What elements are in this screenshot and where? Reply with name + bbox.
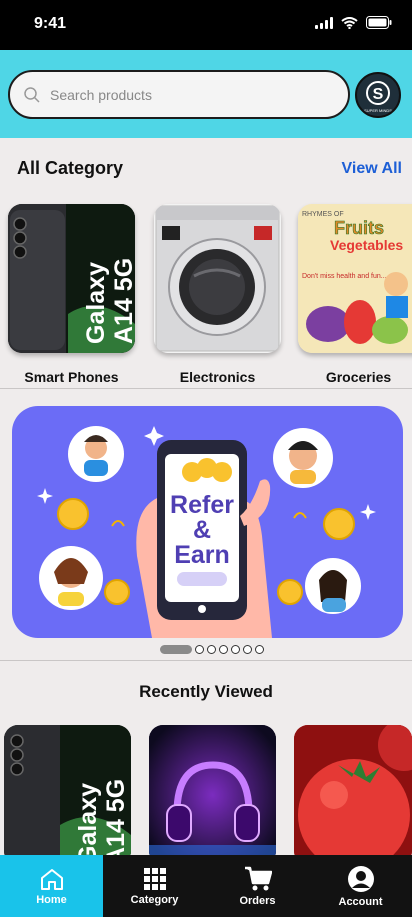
svg-text:S: S xyxy=(373,86,384,103)
phone-image: Galaxy A14 5G xyxy=(4,725,131,865)
svg-text:RHYMES OF: RHYMES OF xyxy=(302,211,344,218)
phone-image: Galaxy A14 5G xyxy=(8,204,135,353)
recent-item-phone[interactable]: Galaxy A14 5G xyxy=(4,725,131,865)
tomatoes-image xyxy=(294,725,412,865)
status-time: 9:41 xyxy=(34,15,67,32)
nav-home[interactable]: Home xyxy=(0,855,103,917)
recent-item-headphones[interactable] xyxy=(149,725,276,865)
carousel-dot[interactable] xyxy=(255,645,264,654)
divider xyxy=(0,388,412,389)
nav-home-label: Home xyxy=(36,893,67,906)
brand-logo: S SUPER MINDS xyxy=(364,81,392,113)
nav-account[interactable]: Account xyxy=(309,855,412,917)
carousel-dot[interactable] xyxy=(160,645,192,654)
account-icon xyxy=(347,865,374,892)
washing-machine-image xyxy=(154,204,281,353)
wifi-icon xyxy=(341,16,358,29)
svg-text:Vegetables: Vegetables xyxy=(330,237,403,253)
category-section-title: All Category xyxy=(17,158,124,178)
headphones-image xyxy=(149,725,276,865)
category-card-smart-phones[interactable]: Galaxy A14 5G xyxy=(8,204,135,353)
svg-text:A14 5G: A14 5G xyxy=(102,779,130,865)
category-card-electronics[interactable] xyxy=(154,204,281,353)
svg-text:Galaxy: Galaxy xyxy=(74,783,102,865)
bottom-navigation: Home Category Orders Account xyxy=(0,855,412,917)
svg-text:Refer: Refer xyxy=(170,491,234,519)
nav-orders-label: Orders xyxy=(239,894,276,907)
svg-text:&: & xyxy=(193,516,211,544)
avatar[interactable]: S SUPER MINDS xyxy=(355,72,401,118)
nav-category-label: Category xyxy=(130,893,179,906)
groceries-book-image: RHYMES OF Fruits Vegetables Don't miss h… xyxy=(298,204,412,353)
category-label-groceries: Groceries xyxy=(325,369,392,385)
carousel-indicator[interactable] xyxy=(160,645,264,654)
search-icon xyxy=(24,87,40,103)
divider xyxy=(0,660,412,661)
search-input[interactable]: Search products xyxy=(8,70,350,119)
carousel-dot[interactable] xyxy=(243,645,252,654)
nav-orders[interactable]: Orders xyxy=(206,855,309,917)
carousel-dot[interactable] xyxy=(207,645,216,654)
category-card-groceries[interactable]: RHYMES OF Fruits Vegetables Don't miss h… xyxy=(298,204,412,353)
carousel-dot[interactable] xyxy=(219,645,228,654)
grid-icon xyxy=(143,867,166,890)
header: Search products S SUPER MINDS xyxy=(0,50,412,138)
refer-earn-illustration: Refer & Earn xyxy=(37,426,376,638)
svg-text:Earn: Earn xyxy=(174,541,230,569)
svg-text:SUPER MINDS: SUPER MINDS xyxy=(364,108,392,113)
nav-category[interactable]: Category xyxy=(103,855,206,917)
svg-text:Galaxy: Galaxy xyxy=(82,262,110,344)
recently-viewed-title: Recently Viewed xyxy=(139,682,273,701)
home-icon xyxy=(40,868,63,890)
category-label-smart-phones: Smart Phones xyxy=(24,369,119,385)
svg-text:Fruits: Fruits xyxy=(334,218,384,238)
cart-icon xyxy=(244,866,272,890)
category-label-electronics: Electronics xyxy=(179,369,256,385)
status-icons xyxy=(315,16,392,29)
refer-earn-banner[interactable]: Refer & Earn xyxy=(12,406,403,638)
status-bar: 9:41 xyxy=(0,0,412,50)
carousel-dot[interactable] xyxy=(195,645,204,654)
svg-text:A14 5G: A14 5G xyxy=(110,258,135,344)
svg-text:Don't miss health and fun...: Don't miss health and fun... xyxy=(302,273,387,280)
recent-item-tomatoes[interactable] xyxy=(294,725,412,865)
view-all-link[interactable]: View All xyxy=(342,160,402,178)
carousel-dot[interactable] xyxy=(231,645,240,654)
signal-icon xyxy=(315,16,333,29)
nav-account-label: Account xyxy=(338,895,383,908)
battery-icon xyxy=(366,16,392,29)
search-placeholder: Search products xyxy=(50,87,152,103)
